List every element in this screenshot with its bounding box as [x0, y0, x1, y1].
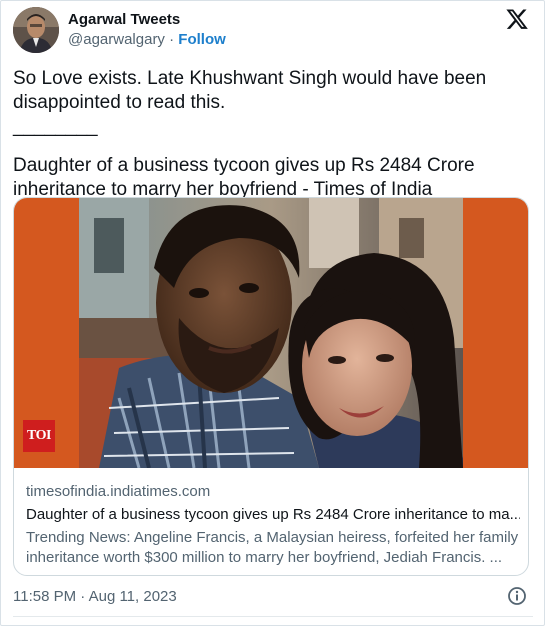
tweet-header: Agarwal Tweets @agarwalgary · Follow: [13, 7, 533, 53]
avatar[interactable]: [13, 7, 59, 53]
card-description: Trending News: Angeline Francis, a Malay…: [26, 529, 519, 566]
card-media: TOI: [14, 198, 528, 468]
author-name[interactable]: Agarwal Tweets: [68, 11, 180, 29]
toi-logo: TOI: [23, 420, 55, 452]
link-preview-card[interactable]: TOI timesofindia.indiatimes.com Daughter…: [13, 197, 529, 576]
x-logo-icon[interactable]: [506, 9, 528, 29]
tweet-text-line: So Love exists. Late Khushwant Singh wou…: [13, 68, 487, 113]
card-photo: [79, 198, 463, 468]
tweet-embed: Agarwal Tweets @agarwalgary · Follow So …: [0, 0, 545, 626]
card-title: Daughter of a business tycoon gives up R…: [26, 506, 520, 523]
author-handle-row: @agarwalgary · Follow: [68, 31, 226, 49]
tweet-body: So Love exists. Late Khushwant Singh wou…: [13, 67, 533, 202]
card-body: timesofindia.indiatimes.com Daughter of …: [26, 482, 520, 568]
tweet-separator-line: ________: [13, 116, 98, 137]
follow-button[interactable]: Follow: [178, 31, 226, 48]
handle-separator: ·: [169, 31, 175, 48]
author-handle[interactable]: @agarwalgary: [68, 31, 165, 48]
footer-divider: [13, 616, 533, 617]
card-domain: timesofindia.indiatimes.com: [26, 483, 211, 500]
info-icon[interactable]: [507, 586, 527, 606]
tweet-headline: Daughter of a business tycoon gives up R…: [13, 155, 475, 200]
tweet-timestamp[interactable]: 11:58 PM · Aug 11, 2023: [13, 587, 177, 607]
